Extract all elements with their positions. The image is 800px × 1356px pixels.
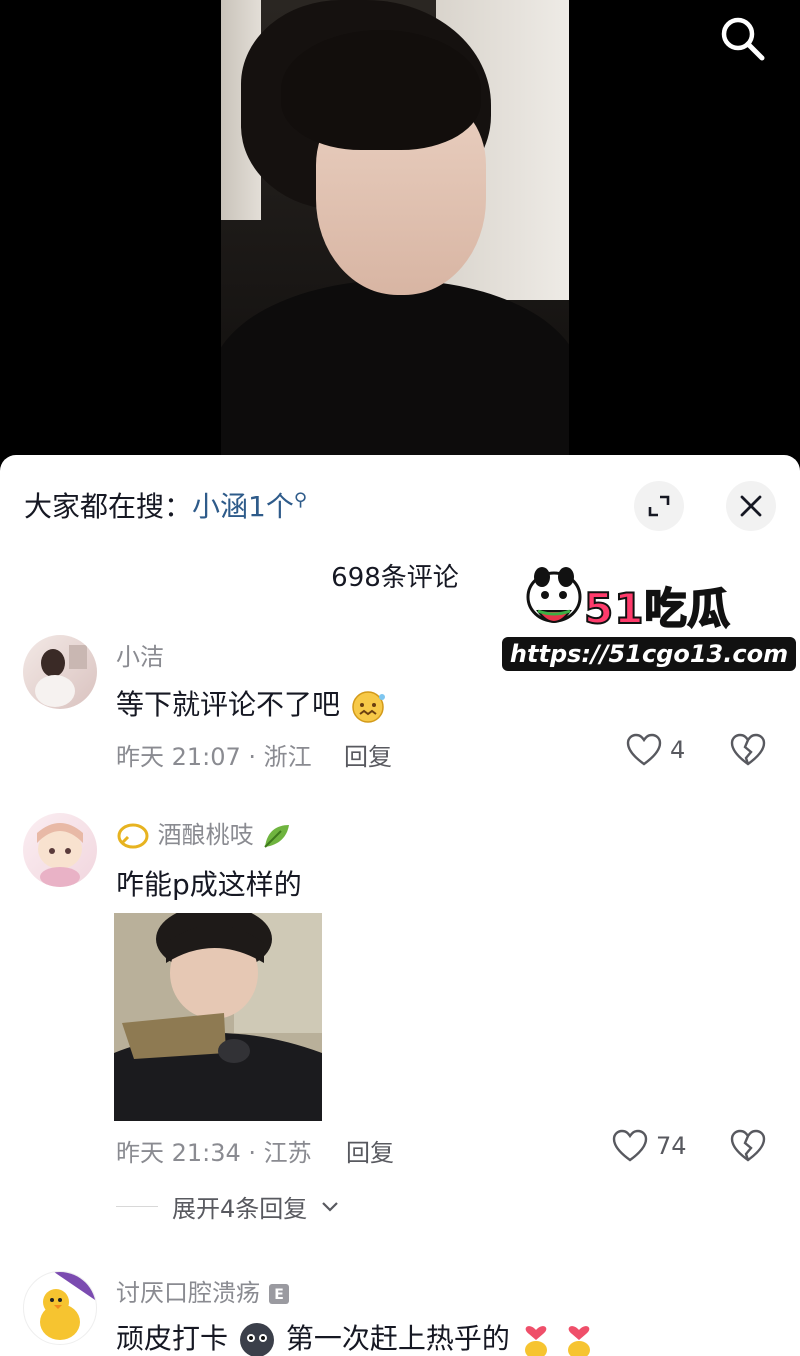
reply-button[interactable]: 回复 — [346, 1133, 394, 1168]
comment-item: 小洁 等下就评论不了吧 昨天 21:07 · 浙江 回复 4 — [0, 625, 800, 775]
avatar[interactable] — [23, 813, 97, 887]
comment-text: 咋能p成这样的 — [116, 868, 302, 901]
comment-item: 讨厌口腔溃疡 E 顽皮打卡 第一次赶上热乎的 — [0, 1267, 800, 1356]
comment-item: 酒酿桃吱 咋能p成这样的 昨天 21:34 · 江苏 回复 74 展开4条回复 — [0, 805, 800, 1235]
comments-panel: 大家都在搜：小涵1个⚲ 698条评论 51吃瓜 全网首发 https://51c… — [0, 455, 800, 1356]
like-count: 74 — [656, 1132, 687, 1160]
reply-button[interactable]: 回复 — [344, 737, 392, 772]
divider — [116, 1206, 158, 1207]
close-button[interactable] — [726, 481, 776, 531]
comment-image[interactable] — [114, 913, 322, 1121]
badge-e-icon: E — [268, 1284, 289, 1304]
expand-icon — [648, 495, 670, 517]
hot-search-prefix: 大家都在搜： — [24, 490, 193, 523]
hot-search-small-icon: ⚲ — [293, 489, 308, 511]
like-button[interactable]: 4 — [626, 733, 685, 767]
heart-hands-emoji-icon — [524, 1326, 547, 1356]
close-icon — [740, 495, 762, 517]
avatar[interactable] — [23, 635, 97, 709]
hot-search-term[interactable]: 小涵1个 — [192, 490, 294, 523]
comment-text-body: 等下就评论不了吧 — [116, 688, 341, 721]
like-button[interactable]: 74 — [612, 1129, 687, 1163]
hot-search-bar[interactable]: 大家都在搜：小涵1个⚲ — [24, 485, 307, 525]
avatar-image — [40, 1272, 96, 1340]
nervous-face-emoji-icon — [352, 691, 385, 723]
search-icon — [721, 17, 765, 61]
expand-replies-label: 展开4条回复 — [172, 1195, 308, 1223]
avatar-image — [35, 645, 87, 707]
comment-text-part1: 顽皮打卡 — [116, 1322, 229, 1355]
comment-meta: 昨天 21:07 · 浙江 — [116, 743, 312, 771]
expand-replies-button[interactable]: 展开4条回复 — [116, 1189, 339, 1224]
comment-photo — [114, 913, 322, 1121]
comment-username[interactable]: 小洁 — [116, 637, 164, 672]
svg-text:E: E — [274, 1287, 284, 1303]
heart-hands-emoji-icon — [567, 1326, 590, 1356]
video-player[interactable] — [0, 0, 800, 470]
like-count: 4 — [670, 736, 686, 764]
dislike-button[interactable] — [730, 1129, 766, 1167]
video-frame — [221, 0, 569, 470]
broken-heart-icon — [730, 1129, 766, 1162]
heart-icon — [612, 1129, 648, 1162]
dizzy-icon — [117, 823, 149, 849]
comment-username-text: 讨厌口腔溃疡 — [116, 1279, 260, 1307]
chevron-down-icon — [322, 1201, 339, 1212]
dark-face-emoji-icon — [239, 1323, 274, 1356]
expand-button[interactable] — [634, 481, 684, 531]
dislike-button[interactable] — [730, 733, 766, 771]
heart-icon — [626, 733, 662, 766]
avatar-image — [37, 823, 83, 887]
search-button[interactable] — [716, 12, 768, 64]
comment-username[interactable]: 酒酿桃吱 — [116, 815, 291, 851]
comment-username-text: 酒酿桃吱 — [157, 821, 254, 849]
comment-meta: 昨天 21:34 · 江苏 — [116, 1139, 312, 1167]
comment-text: 等下就评论不了吧 — [116, 683, 387, 723]
comment-username[interactable]: 讨厌口腔溃疡 E — [116, 1273, 290, 1308]
comment-text: 顽皮打卡 第一次赶上热乎的 — [116, 1317, 596, 1356]
leaf-icon — [264, 825, 290, 848]
broken-heart-icon — [730, 733, 766, 766]
comment-text-part2: 第一次赶上热乎的 — [285, 1322, 510, 1355]
avatar[interactable] — [23, 1271, 97, 1345]
